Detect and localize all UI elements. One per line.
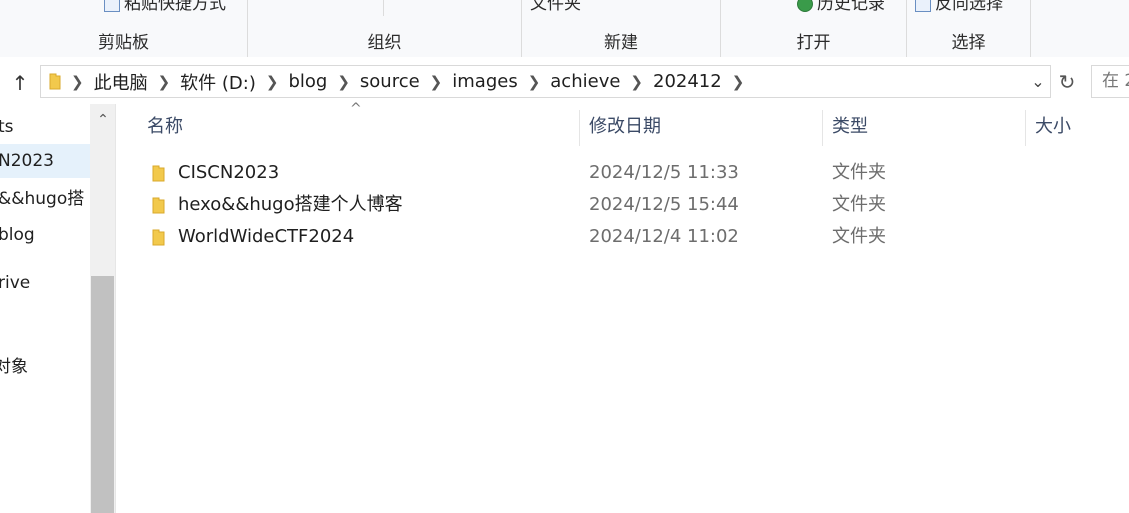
search-placeholder: 在 2 <box>1102 71 1129 91</box>
folder-icon <box>49 73 61 90</box>
nav-item[interactable]: ts <box>0 110 90 144</box>
column-header-date[interactable]: 修改日期 <box>589 106 661 148</box>
file-date: 2024/12/4 11:02 <box>589 226 739 247</box>
breadcrumb-item[interactable]: 此电脑 <box>94 69 148 95</box>
ribbon: 粘贴快捷方式 剪贴板 组织 文件夹 新建 历史记录 打开 反向选择 选择 <box>0 0 1129 58</box>
chevron-right-icon[interactable]: ❯ <box>630 73 643 91</box>
file-date: 2024/12/5 15:44 <box>589 194 739 215</box>
breadcrumb-item[interactable]: 软件 (D:) <box>180 69 256 95</box>
ribbon-group-label-select: 选择 <box>951 33 986 53</box>
folder-icon <box>152 197 165 214</box>
ribbon-group-organize: 组织 <box>248 0 522 57</box>
file-type: 文件夹 <box>832 226 886 247</box>
chevron-down-icon[interactable]: ⌄ <box>1027 65 1049 98</box>
nav-item[interactable]: 对象 <box>0 350 90 384</box>
file-name: CISCN2023 <box>178 162 280 183</box>
file-row[interactable]: CISCN2023 2024/12/5 11:33 文件夹 <box>140 157 1129 189</box>
scrollbar-thumb[interactable] <box>91 276 114 513</box>
history-icon <box>797 0 813 12</box>
chevron-right-icon[interactable]: ❯ <box>430 73 443 91</box>
search-input[interactable]: 在 2 <box>1091 65 1129 98</box>
nav-item-selected[interactable]: N2023 <box>0 144 90 178</box>
file-date: 2024/12/5 11:33 <box>589 162 739 183</box>
breadcrumb-item[interactable]: blog <box>288 71 327 92</box>
file-type: 文件夹 <box>832 162 886 183</box>
file-name: WorldWideCTF2024 <box>178 226 355 247</box>
ribbon-group-label-organize: 组织 <box>367 33 402 53</box>
paste-shortcut-button[interactable]: 粘贴快捷方式 <box>104 0 226 14</box>
column-divider[interactable] <box>579 110 580 146</box>
new-folder-button[interactable]: 文件夹 <box>530 0 581 14</box>
folder-icon <box>152 165 165 182</box>
sort-ascending-icon: ^ <box>350 101 362 117</box>
ribbon-group-clipboard: 粘贴快捷方式 剪贴板 <box>0 0 248 57</box>
nav-item[interactable]: rive <box>0 266 90 300</box>
file-name: hexo&&hugo搭建个人博客 <box>178 194 403 215</box>
ribbon-group-label-open: 打开 <box>796 33 831 53</box>
refresh-icon[interactable]: ↻ <box>1055 69 1079 95</box>
chevron-right-icon[interactable]: ❯ <box>732 73 745 91</box>
invert-selection-button[interactable]: 反向选择 <box>915 0 1003 14</box>
breadcrumb-item[interactable]: achieve <box>550 71 620 92</box>
ribbon-group-label-clipboard: 剪贴板 <box>98 33 149 53</box>
history-button[interactable]: 历史记录 <box>797 0 885 14</box>
file-row[interactable]: hexo&&hugo搭建个人博客 2024/12/5 15:44 文件夹 <box>140 189 1129 221</box>
paste-shortcut-icon <box>104 0 120 12</box>
column-header-type[interactable]: 类型 <box>832 106 868 148</box>
column-header-name[interactable]: 名称 <box>147 106 183 148</box>
chevron-right-icon[interactable]: ❯ <box>158 73 171 91</box>
column-divider[interactable] <box>1025 110 1026 146</box>
nav-item[interactable]: blog <box>0 218 90 252</box>
invert-selection-icon <box>915 0 931 12</box>
up-arrow-icon[interactable]: ↑ <box>10 72 30 94</box>
breadcrumb: ❯ 此电脑 ❯ 软件 (D:) ❯ blog ❯ source ❯ images… <box>69 66 754 97</box>
ribbon-group-select: 反向选择 选择 <box>907 0 1031 57</box>
navigation-pane: ts N2023 &&hugo搭 blog rive 对象 <box>0 104 90 513</box>
ribbon-group-open: 历史记录 打开 <box>721 0 907 57</box>
chevron-right-icon[interactable]: ❯ <box>337 73 350 91</box>
ribbon-group-label-new: 新建 <box>604 33 638 53</box>
breadcrumb-item[interactable]: 202412 <box>653 71 722 92</box>
ribbon-divider <box>383 0 384 16</box>
chevron-right-icon[interactable]: ❯ <box>528 73 541 91</box>
file-row[interactable]: WorldWideCTF2024 2024/12/4 11:02 文件夹 <box>140 221 1129 253</box>
chevron-right-icon[interactable]: ❯ <box>266 73 279 91</box>
file-type: 文件夹 <box>832 194 886 215</box>
folder-icon <box>152 229 165 246</box>
chevron-right-icon[interactable]: ❯ <box>71 73 84 91</box>
nav-item[interactable]: &&hugo搭 <box>0 182 90 216</box>
address-bar[interactable]: ❯ 此电脑 ❯ 软件 (D:) ❯ blog ❯ source ❯ images… <box>40 65 1051 98</box>
breadcrumb-item[interactable]: images <box>452 71 517 92</box>
breadcrumb-item[interactable]: source <box>360 71 420 92</box>
nav-scrollbar[interactable]: ⌃ <box>90 104 116 513</box>
column-header-size[interactable]: 大小 <box>1035 106 1071 148</box>
column-divider[interactable] <box>822 110 823 146</box>
scroll-up-icon[interactable]: ⌃ <box>90 110 116 130</box>
ribbon-group-new: 文件夹 新建 <box>522 0 721 57</box>
